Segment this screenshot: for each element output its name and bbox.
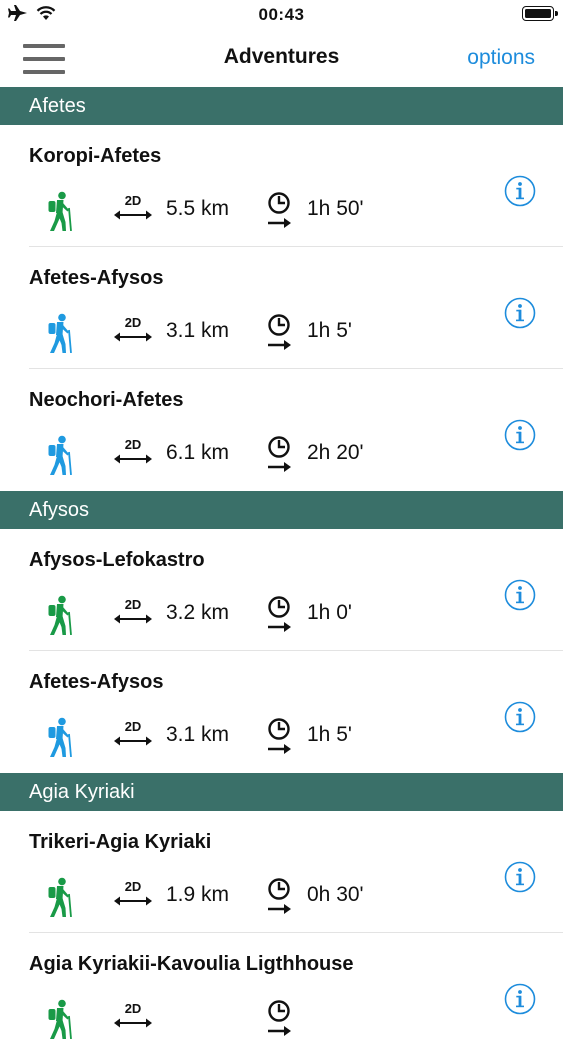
- hiker-icon: [48, 999, 72, 1039]
- distance-value: 3.1 km: [166, 319, 230, 342]
- adventure-name: Trikeri-Agia Kyriaki: [29, 831, 212, 853]
- options-button[interactable]: options: [467, 46, 535, 70]
- adventure-row[interactable]: Neochori-Afetes 2D 6.1 km 2h 20': [0, 369, 563, 491]
- hiker-icon: [48, 595, 72, 635]
- adventure-name: Afysos-Lefokastro: [29, 549, 205, 571]
- distance-value: 3.1 km: [166, 723, 230, 746]
- status-bar: 00:43: [0, 0, 563, 30]
- svg-text:2D: 2D: [125, 879, 142, 894]
- info-icon[interactable]: [504, 297, 536, 329]
- duration-value: 2h 20': [307, 441, 364, 464]
- adventure-name: Neochori-Afetes: [29, 389, 184, 411]
- section-header: Afysos: [0, 491, 563, 529]
- distance-2d-icon: 2D: [114, 597, 152, 624]
- svg-text:2D: 2D: [125, 1001, 142, 1016]
- hiker-icon: [48, 877, 72, 917]
- adventure-row[interactable]: Agia Kyriakii-Kavoulia Ligthhouse 2D: [0, 933, 563, 1055]
- duration-icon: [268, 878, 291, 914]
- distance-2d-icon: 2D: [114, 879, 152, 906]
- info-icon[interactable]: [504, 701, 536, 733]
- duration-value: 0h 30': [307, 883, 364, 906]
- distance-value: 3.2 km: [166, 601, 230, 624]
- info-icon[interactable]: [504, 419, 536, 451]
- info-icon[interactable]: [504, 861, 536, 893]
- distance-2d-icon: 2D: [114, 719, 152, 746]
- duration-icon: [268, 436, 291, 472]
- distance-2d-icon: 2D: [114, 315, 152, 342]
- navigation-bar: Adventures options: [0, 30, 563, 87]
- svg-text:2D: 2D: [125, 315, 142, 330]
- duration-icon: [268, 192, 291, 228]
- battery-icon: [522, 6, 558, 21]
- duration-value: 1h 5': [307, 319, 352, 342]
- distance-2d-icon: 2D: [114, 1001, 152, 1028]
- adventure-row[interactable]: Koropi-Afetes 2D 5.5 km 1h 50': [0, 125, 563, 247]
- adventure-row[interactable]: Trikeri-Agia Kyriaki 2D 1.9 km 0h 30': [0, 811, 563, 933]
- duration-icon: [268, 596, 291, 632]
- distance-2d-icon: 2D: [114, 437, 152, 464]
- adventures-list[interactable]: Afetes Koropi-Afetes 2D 5.5 km 1h 50' Af…: [0, 87, 563, 1055]
- adventure-row[interactable]: Afetes-Afysos 2D 3.1 km 1h 5': [0, 651, 563, 773]
- info-icon[interactable]: [504, 983, 536, 1015]
- info-icon[interactable]: [504, 579, 536, 611]
- duration-value: 1h 0': [307, 601, 352, 624]
- adventure-row[interactable]: Afetes-Afysos 2D 3.1 km 1h 5': [0, 247, 563, 369]
- status-time: 00:43: [258, 5, 305, 24]
- hiker-icon: [48, 435, 72, 475]
- duration-value: 1h 5': [307, 723, 352, 746]
- svg-text:2D: 2D: [125, 193, 142, 208]
- adventure-name: Afetes-Afysos: [29, 671, 164, 693]
- duration-value: 1h 50': [307, 197, 364, 220]
- distance-value: 1.9 km: [166, 883, 230, 906]
- distance-value: 6.1 km: [166, 441, 230, 464]
- info-icon[interactable]: [504, 175, 536, 207]
- section-header: Agia Kyriaki: [0, 773, 563, 811]
- svg-text:2D: 2D: [125, 719, 142, 734]
- svg-text:2D: 2D: [125, 597, 142, 612]
- duration-icon: [268, 1000, 291, 1036]
- distance-2d-icon: 2D: [114, 193, 152, 220]
- hiker-icon: [48, 313, 72, 353]
- section-header: Afetes: [0, 87, 563, 125]
- svg-text:2D: 2D: [125, 437, 142, 452]
- adventure-name: Afetes-Afysos: [29, 267, 164, 289]
- hiker-icon: [48, 191, 72, 231]
- duration-icon: [268, 314, 291, 350]
- duration-icon: [268, 718, 291, 754]
- adventure-row[interactable]: Afysos-Lefokastro 2D 3.2 km 1h 0': [0, 529, 563, 651]
- hiker-icon: [48, 717, 72, 757]
- adventure-name: Agia Kyriakii-Kavoulia Ligthhouse: [29, 953, 354, 975]
- distance-value: 5.5 km: [166, 197, 230, 220]
- adventure-name: Koropi-Afetes: [29, 145, 162, 167]
